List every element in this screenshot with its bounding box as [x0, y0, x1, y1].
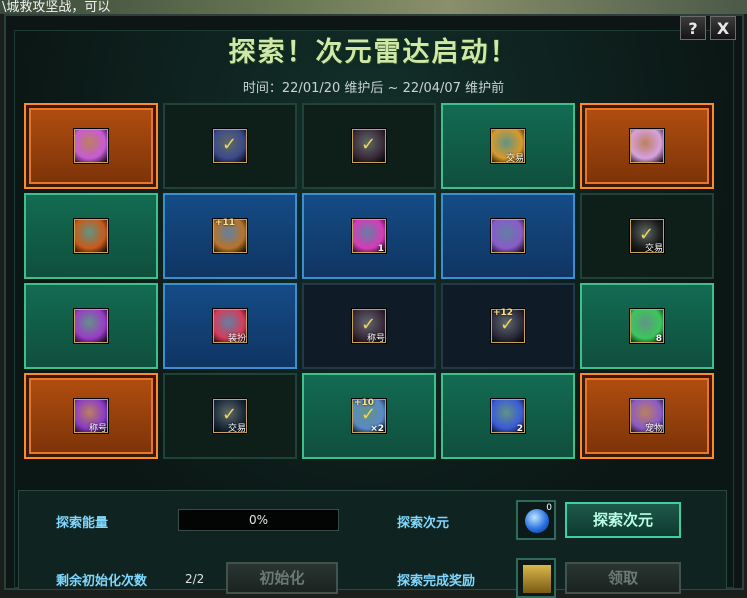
gem-slot[interactable]: 0 [516, 500, 556, 540]
radar-cell[interactable]: 称号 [24, 373, 158, 459]
item-tag: 宠物 [644, 424, 663, 434]
item-tag: 称号 [88, 424, 107, 434]
window-title: 探索！次元雷达启动！ [228, 37, 519, 68]
radar-cell[interactable]: +11 [163, 193, 297, 279]
energy-bar: 0% [178, 509, 339, 531]
red-gift-box-icon: 装扮 [213, 309, 247, 344]
item-count: 8 [655, 334, 662, 344]
item-count: 1 [377, 244, 384, 254]
blue-chest-icon: 2 [491, 399, 525, 434]
enhance-level: +12 [493, 308, 514, 318]
explore-button[interactable]: 探索次元 [565, 502, 681, 538]
radar-cell[interactable]: 宠物 [580, 373, 714, 459]
radar-cell[interactable]: ✓ 称号 [302, 283, 436, 369]
radar-cell[interactable] [24, 283, 158, 369]
reset-label: 剩余初始化次数 [56, 574, 148, 589]
upgrade-box-icon: +11 [213, 218, 247, 253]
radar-cell[interactable] [24, 103, 158, 189]
radar-cell[interactable]: 2 [441, 373, 575, 459]
explore-label: 探索次元 [397, 516, 450, 531]
radar-cell[interactable] [580, 103, 714, 189]
check-equip-icon: ✓ [352, 129, 386, 163]
radar-cell[interactable]: 8 [580, 283, 714, 369]
item-tag: 交易 [505, 154, 524, 164]
reward-label: 探索完成奖励 [397, 574, 476, 589]
check-ticket-icon: ✓ 交易 [213, 399, 247, 434]
radar-cell[interactable]: 1 [302, 193, 436, 279]
check-equip-icon: ✓ 称号 [352, 309, 386, 344]
check-mark-icon: ✓ [361, 404, 377, 425]
energy-value: 0% [248, 513, 269, 527]
radar-cell[interactable] [441, 193, 575, 279]
purple-gem-card-icon [74, 129, 108, 163]
item-tag: 交易 [227, 424, 246, 434]
fire-scroll-icon [74, 219, 108, 253]
energy-label: 探索能量 [56, 516, 109, 531]
purple-gem-card-icon [630, 129, 664, 163]
green-costume-icon: 8 [630, 309, 664, 344]
background-strip: \城救攻坚战，可以 [0, 0, 747, 15]
radar-cell[interactable]: 交易 [441, 103, 575, 189]
title-badge-icon: 称号 [74, 399, 108, 434]
reward-box-icon [523, 565, 551, 593]
radar-cell[interactable]: ✓ +10 ×2 [302, 373, 436, 459]
radar-cell[interactable] [24, 193, 158, 279]
check-mark-icon: ✓ [500, 314, 516, 335]
radar-cell[interactable]: 装扮 [163, 283, 297, 369]
item-count: 2 [516, 424, 523, 434]
radar-cell[interactable]: ✓ 交易 [580, 193, 714, 279]
pet-egg-icon: 宠物 [630, 399, 664, 434]
radar-cell[interactable]: ✓ +12 [441, 283, 575, 369]
upgrade-ticket-icon: ✓ +12 [491, 308, 525, 343]
item-count: ×2 [370, 424, 384, 434]
purple-box-icon [491, 219, 525, 253]
check-mark-icon: ✓ [222, 134, 238, 155]
purple-gem-card-icon [74, 309, 108, 343]
event-period: 时间：22/01/20 维护后 ~ 22/04/07 维护前 [242, 81, 505, 96]
radar-cell[interactable]: ✓ [302, 103, 436, 189]
enhance-level: +11 [215, 218, 236, 228]
reward-slot[interactable] [516, 558, 556, 598]
radar-cell[interactable]: ✓ [163, 103, 297, 189]
reset-button[interactable]: 初始化 [226, 562, 338, 594]
background-text: \城救攻坚战，可以 [2, 0, 111, 15]
enhance-level: +10 [354, 398, 375, 408]
gem-count: 0 [546, 503, 552, 513]
claim-button[interactable]: 领取 [565, 562, 681, 594]
item-tag: 装扮 [227, 334, 246, 344]
upgrade-ticket-icon: ✓ +10 ×2 [352, 398, 386, 434]
item-tag: 称号 [366, 334, 385, 344]
gold-contract-icon: 交易 [491, 129, 525, 164]
item-tag: 交易 [644, 244, 663, 254]
pink-costume-icon: 1 [352, 219, 386, 254]
check-mark-icon: ✓ [361, 134, 377, 155]
reset-count: 2/2 [185, 572, 205, 586]
radar-cell[interactable]: ✓ 交易 [163, 373, 297, 459]
check-equip-icon: ✓ [213, 129, 247, 163]
check-ticket-icon: ✓ 交易 [630, 219, 664, 254]
